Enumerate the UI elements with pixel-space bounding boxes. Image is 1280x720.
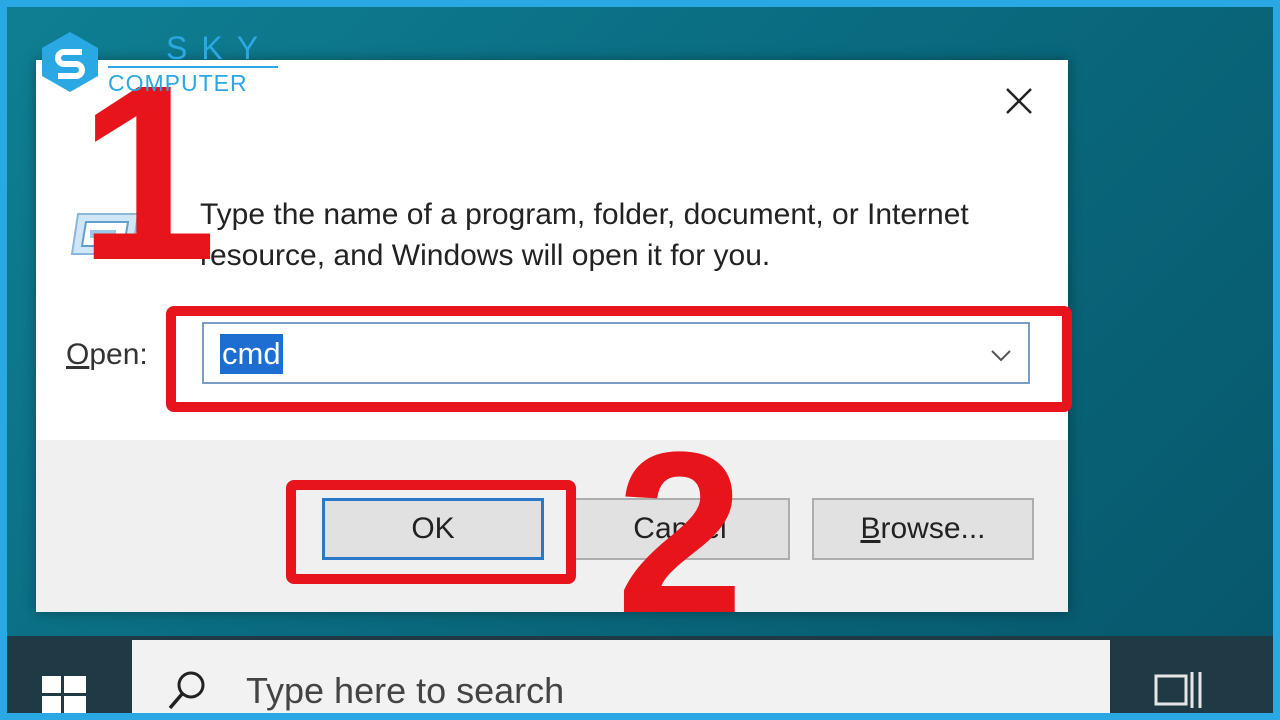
dialog-description: Type the name of a program, folder, docu… bbox=[200, 198, 969, 272]
watermark-brand-top: SKY bbox=[166, 30, 273, 66]
open-label-rest: pen: bbox=[89, 338, 148, 371]
browse-button[interactable]: Browse... bbox=[812, 498, 1034, 560]
task-view-icon[interactable] bbox=[1150, 666, 1206, 712]
close-button[interactable] bbox=[994, 76, 1044, 126]
windows-start-icon[interactable] bbox=[36, 666, 90, 720]
search-icon bbox=[168, 671, 205, 710]
open-field-highlight bbox=[166, 306, 1072, 412]
watermark-divider bbox=[108, 66, 278, 68]
ok-button-highlight bbox=[286, 480, 576, 584]
browse-access-key: B bbox=[860, 512, 881, 545]
search-placeholder: Type here to search bbox=[246, 670, 565, 711]
browse-label-rest: rowse... bbox=[880, 512, 986, 545]
sky-logo-icon bbox=[42, 32, 98, 92]
watermark: SKY COMPUTER bbox=[38, 30, 278, 96]
watermark-brand-bottom: COMPUTER bbox=[108, 70, 248, 96]
step-2-label: 2 bbox=[616, 404, 744, 661]
open-label: Open: bbox=[66, 338, 148, 372]
close-icon bbox=[1006, 88, 1032, 114]
open-label-access-key: O bbox=[66, 338, 90, 371]
